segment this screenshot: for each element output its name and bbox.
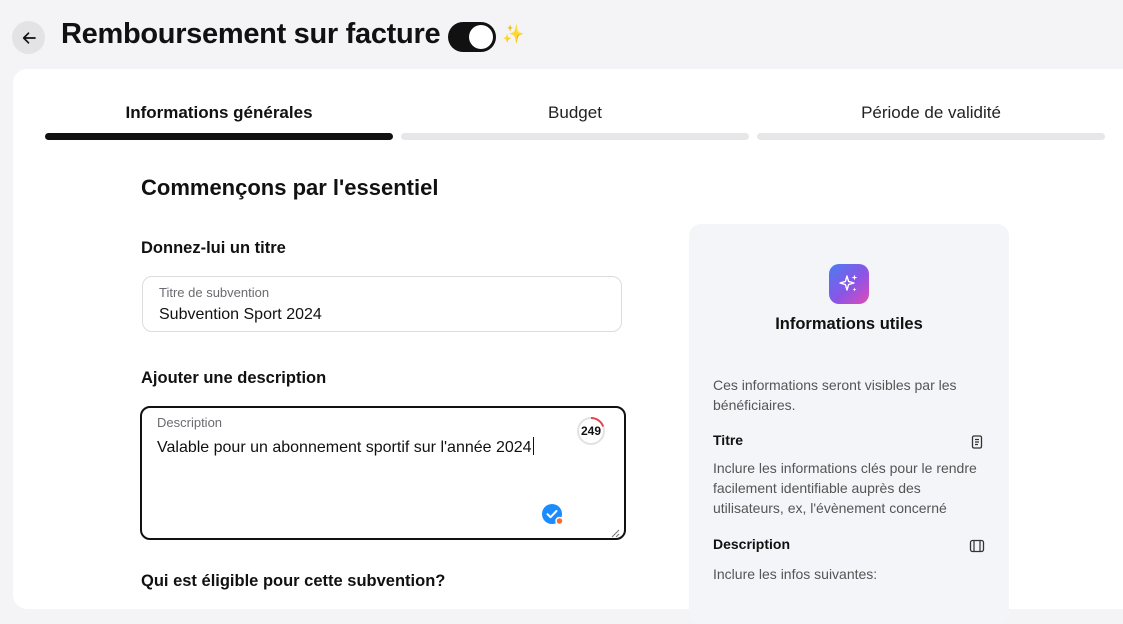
help-panel-intro: Ces informations seront visibles par les… (713, 377, 957, 413)
description-field[interactable]: Description Valable pour un abonnement s… (140, 406, 626, 540)
help-item-title: Description (713, 536, 791, 552)
back-button[interactable] (12, 21, 45, 54)
help-panel-badge (829, 264, 869, 304)
title-field-label: Titre de subvention (159, 285, 270, 300)
top-bar: Remboursement sur facture ✨ (0, 0, 1123, 70)
char-counter: 249 (576, 416, 606, 446)
description-text: Valable pour un abonnement sportif sur l… (157, 439, 532, 456)
tab-label: Informations générales (125, 103, 313, 122)
form-card: Informations générales Budget Période de… (13, 69, 1123, 624)
stepper-tabs: Informations générales Budget Période de… (45, 99, 1105, 144)
description-field-value: Valable pour un abonnement sportif sur l… (157, 437, 534, 457)
description-field-label: Description (157, 415, 223, 430)
tab-progress-bar (401, 133, 749, 140)
help-item-text: Inclure les infos suivantes: (713, 566, 878, 582)
help-panel-title: Informations utiles (775, 315, 923, 333)
tab-budget[interactable]: Budget (401, 99, 749, 144)
description-heading: Ajouter une description (141, 369, 327, 387)
help-panel: Informations utiles Ces informations ser… (689, 224, 1009, 624)
char-counter-value: 249 (580, 424, 602, 438)
eligibility-heading: Qui est éligible pour cette subvention? (141, 572, 446, 590)
title-heading: Donnez-lui un titre (141, 239, 286, 257)
text-caret (532, 437, 534, 455)
toggle-knob (469, 25, 493, 49)
title-field[interactable]: Titre de subvention Subvention Sport 202… (142, 276, 622, 332)
sparkles-icon (839, 274, 858, 292)
help-item-text: Inclure les informations clés pour le re… (713, 460, 977, 516)
active-toggle[interactable] (448, 22, 496, 52)
book-icon (969, 538, 985, 554)
tab-label: Budget (548, 103, 602, 122)
tab-label: Période de validité (861, 103, 1001, 122)
section-title: Commençons par l'essentiel (141, 175, 439, 200)
title-field-value: Subvention Sport 2024 (159, 306, 322, 323)
arrow-left-icon (22, 31, 36, 44)
sparkle-icon: ✨ (502, 24, 525, 44)
page-title: Remboursement sur facture (61, 18, 441, 50)
document-icon (969, 434, 985, 450)
tab-progress-bar (757, 133, 1105, 140)
help-item-title: Titre (713, 432, 744, 448)
check-badge-icon (542, 504, 564, 526)
resize-handle-icon[interactable] (611, 525, 620, 538)
tab-progress-bar (45, 133, 393, 140)
tab-periode-de-validite[interactable]: Période de validité (757, 99, 1105, 144)
tab-informations-generales[interactable]: Informations générales (45, 99, 393, 144)
